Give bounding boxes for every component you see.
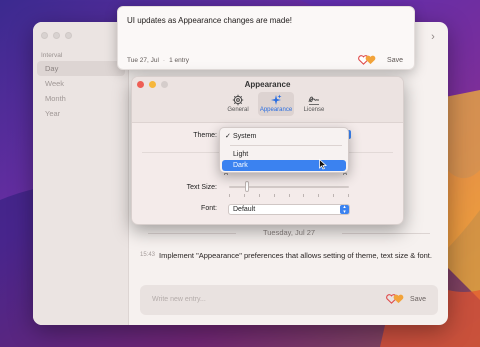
minimize-button[interactable] [53, 32, 60, 39]
menu-item-label: Dark [233, 162, 248, 169]
mood-icons[interactable] [358, 55, 376, 65]
slider-ticks [229, 194, 349, 197]
sidebar-item-week[interactable]: Week [37, 76, 125, 91]
checkmark-icon: ✓ [225, 133, 231, 140]
prefs-titlebar: Appearance General Appearance License [132, 77, 403, 123]
menu-item-label: System [233, 133, 257, 140]
entry-time: 15:43 [140, 252, 156, 258]
tab-label: License [303, 107, 325, 113]
mouse-cursor-icon [319, 159, 328, 170]
entry-editor-text[interactable]: UI updates as Appearance changes are mad… [127, 16, 292, 25]
entry-text: Implement "Appearance" preferences that … [159, 251, 432, 260]
entry-date: Tue 27, Jul [127, 57, 159, 64]
date-header: Tuesday, Jul 27 [130, 228, 448, 237]
tab-label: General [227, 107, 249, 113]
theme-menu: ✓ System Light Dark [219, 127, 349, 173]
sidebar-item-day[interactable]: Day [37, 61, 125, 76]
heart-orange-icon [393, 294, 404, 304]
entry-meta: Tue 27, Jul · 1 entry [127, 57, 189, 64]
tab-general[interactable]: General [220, 92, 256, 116]
sidebar-item-month[interactable]: Month [37, 91, 125, 106]
font-popup-button[interactable]: Default ▴ ▾ [228, 204, 350, 215]
zoom-button[interactable] [65, 32, 72, 39]
sidebar: Interval Day Week Month Year [33, 22, 129, 325]
font-value: Default [233, 206, 256, 213]
prefs-toolbar: General Appearance License [220, 92, 332, 116]
tab-appearance[interactable]: Appearance [258, 92, 294, 116]
gear-icon [232, 94, 244, 106]
list-item[interactable]: 15:43 Implement "Appearance" preferences… [140, 251, 440, 261]
slider-thumb[interactable] [245, 181, 249, 192]
mood-icons[interactable] [386, 294, 404, 304]
heart-orange-icon [365, 55, 376, 65]
menu-item-label: Light [233, 151, 249, 158]
chevron-up-down-icon: ▴ ▾ [340, 205, 349, 214]
text-size-slider[interactable] [229, 181, 349, 192]
close-button[interactable] [41, 32, 48, 39]
entry-editor[interactable]: UI updates as Appearance changes are mad… [117, 6, 415, 70]
chevron-right-icon[interactable]: › [426, 30, 440, 44]
sidebar-header: Interval [41, 52, 63, 59]
menu-divider [230, 145, 342, 146]
text-size-label: Text Size: [186, 184, 217, 191]
interval-list: Day Week Month Year [37, 61, 125, 121]
save-button[interactable]: Save [410, 296, 426, 303]
sparkles-icon [271, 94, 282, 105]
theme-label: Theme: [193, 132, 217, 139]
meta-separator: · [162, 57, 166, 64]
new-entry-composer[interactable]: Write new entry... Save [140, 285, 438, 315]
tab-label: Appearance [259, 107, 293, 113]
font-label: Font: [201, 205, 217, 212]
entry-count: 1 entry [169, 57, 189, 64]
window-controls [41, 32, 72, 39]
new-entry-input[interactable]: Write new entry... [152, 296, 206, 303]
tab-license[interactable]: License [296, 92, 332, 116]
window-title: Appearance [244, 80, 291, 89]
signature-icon [308, 96, 319, 105]
sidebar-item-year[interactable]: Year [37, 106, 125, 121]
menu-item-system[interactable]: ✓ System [222, 131, 346, 142]
save-button[interactable]: Save [387, 57, 403, 64]
